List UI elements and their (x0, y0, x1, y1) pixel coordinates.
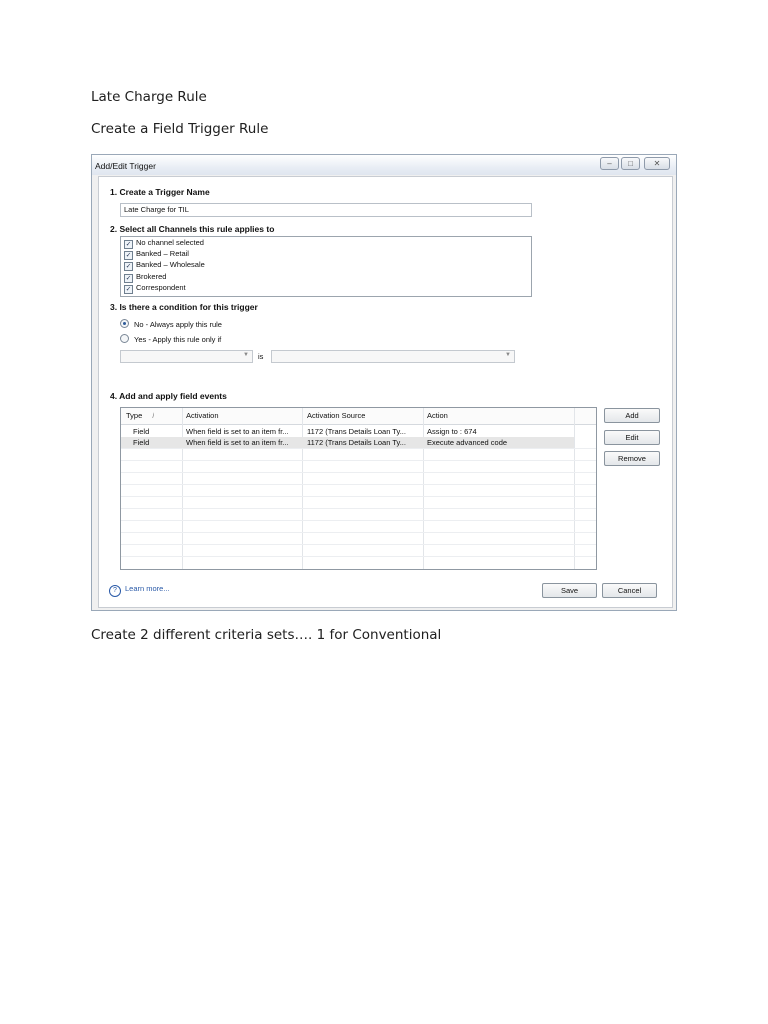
table-cell: Assign to : 674 (427, 427, 477, 436)
document-caption: Create 2 different criteria sets…. 1 for… (91, 627, 442, 643)
channel-label: No channel selected (136, 238, 204, 247)
section-channels-title: 2. Select all Channels this rule applies… (110, 224, 275, 234)
minimize-button[interactable]: – (600, 157, 619, 170)
table-cell: Field (133, 427, 150, 436)
condition-is-label: is (258, 352, 264, 361)
cancel-button[interactable]: Cancel (602, 583, 657, 598)
radio-unselected-icon (120, 334, 129, 343)
column-header-type[interactable]: Type / (126, 410, 154, 421)
learn-more-link[interactable]: ? Learn more... (109, 584, 170, 597)
channel-label: Correspondent (136, 283, 186, 292)
add-event-button[interactable]: Add (604, 408, 660, 423)
checkbox-checked-icon: ✓ (124, 262, 133, 271)
channel-item-no-channel[interactable]: ✓ No channel selected (124, 238, 204, 249)
channel-label: Banked – Retail (136, 249, 189, 258)
table-cell: Field (133, 438, 150, 447)
channel-item-correspondent[interactable]: ✓ Correspondent (124, 283, 186, 294)
condition-value-dropdown[interactable]: ▼ (271, 350, 515, 363)
column-header-activation[interactable]: Activation (186, 410, 219, 421)
checkbox-checked-icon: ✓ (124, 251, 133, 260)
help-icon: ? (109, 585, 121, 597)
column-header-action[interactable]: Action (427, 410, 448, 421)
checkbox-checked-icon: ✓ (124, 274, 133, 283)
channel-item-brokered[interactable]: ✓ Brokered (124, 272, 167, 283)
checkbox-checked-icon: ✓ (124, 285, 133, 294)
learn-more-label: Learn more... (125, 584, 170, 593)
edit-event-button[interactable]: Edit (604, 430, 660, 445)
section-trigger-name-title: 1. Create a Trigger Name (110, 187, 210, 197)
channel-label: Banked – Wholesale (136, 260, 205, 269)
chevron-down-icon: ▼ (505, 352, 511, 358)
table-cell: When field is set to an item fr... (186, 438, 289, 447)
channel-item-banked-wholesale[interactable]: ✓ Banked – Wholesale (124, 260, 205, 271)
table-cell: Execute advanced code (427, 438, 508, 447)
channel-label: Brokered (136, 272, 167, 281)
radio-apply-only-if[interactable]: Yes - Apply this rule only if (120, 334, 221, 345)
sort-indicator-icon: / (152, 411, 155, 420)
table-cell: 1172 (Trans Details Loan Ty... (307, 438, 406, 447)
dialog-titlebar: Add/Edit Trigger – □ ✕ (92, 155, 676, 175)
condition-field-dropdown[interactable]: ▼ (120, 350, 253, 363)
close-button[interactable]: ✕ (644, 157, 670, 170)
section-field-events-title: 4. Add and apply field events (110, 391, 227, 401)
radio-label: Yes - Apply this rule only if (134, 335, 222, 344)
remove-event-button[interactable]: Remove (604, 451, 660, 466)
radio-label: No - Always apply this rule (134, 320, 222, 329)
radio-always-apply[interactable]: No - Always apply this rule (120, 319, 222, 330)
section-condition-title: 3. Is there a condition for this trigger (110, 302, 258, 312)
field-events-table[interactable]: Type / Activation Activation Source Acti… (120, 407, 597, 570)
channel-item-banked-retail[interactable]: ✓ Banked – Retail (124, 249, 189, 260)
dialog-title: Add/Edit Trigger (95, 161, 156, 171)
checkbox-checked-icon: ✓ (124, 240, 133, 249)
maximize-button[interactable]: □ (621, 157, 640, 170)
document-heading: Late Charge Rule (91, 89, 207, 105)
channels-listbox[interactable]: ✓ No channel selected ✓ Banked – Retail ✓ B… (120, 236, 532, 297)
radio-selected-icon (120, 319, 129, 328)
column-header-activation-source[interactable]: Activation Source (307, 410, 365, 421)
add-edit-trigger-dialog: Add/Edit Trigger – □ ✕ 1. Create a Trigg… (91, 154, 677, 611)
chevron-down-icon: ▼ (243, 352, 249, 358)
table-cell: When field is set to an item fr... (186, 427, 289, 436)
table-cell: 1172 (Trans Details Loan Ty... (307, 427, 406, 436)
document-subheading: Create a Field Trigger Rule (91, 121, 269, 137)
save-button[interactable]: Save (542, 583, 597, 598)
trigger-name-input[interactable]: Late Charge for TIL (120, 203, 532, 217)
dialog-body: 1. Create a Trigger Name Late Charge for… (98, 176, 673, 608)
